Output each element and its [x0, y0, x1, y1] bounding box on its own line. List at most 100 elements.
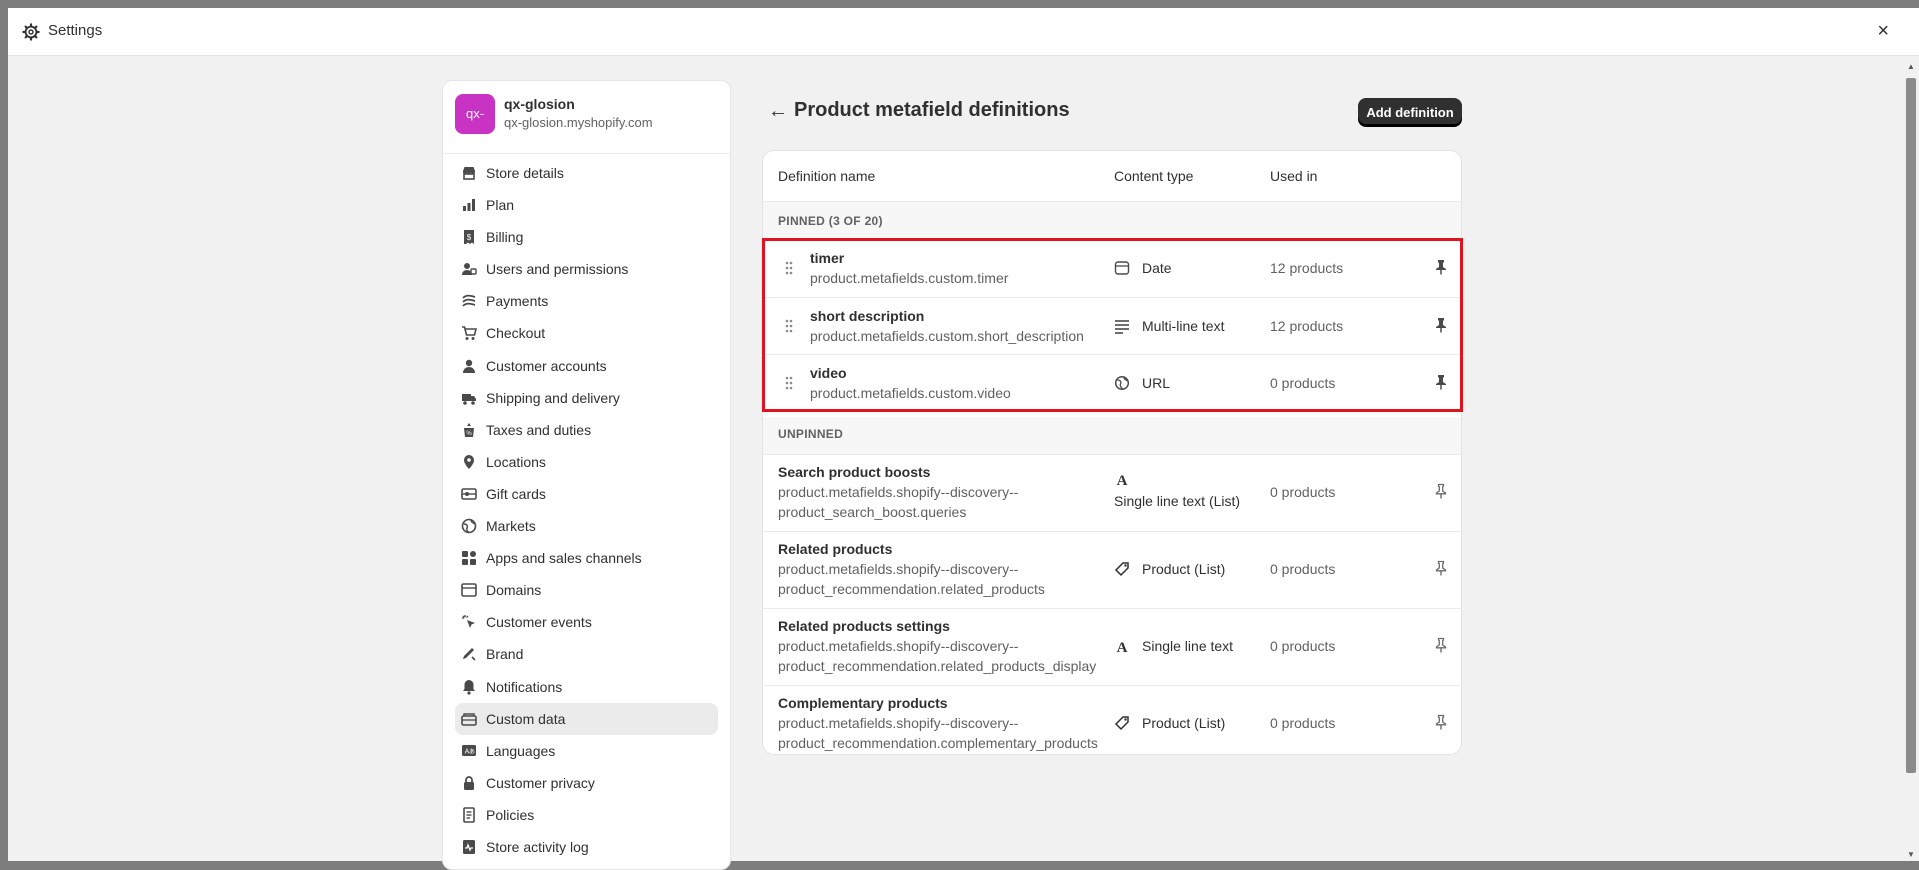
- scrollbar-thumb[interactable]: [1906, 78, 1916, 773]
- link-icon: [1114, 375, 1130, 391]
- store-avatar: qx-: [455, 94, 495, 134]
- sidebar-item-label: Gift cards: [486, 485, 546, 502]
- pinned-row[interactable]: video product.metafields.custom.video URL 0…: [763, 354, 1461, 411]
- sidebar-item-store-activity-log[interactable]: Store activity log: [455, 831, 718, 863]
- sidebar-item-store-details[interactable]: Store details: [455, 157, 718, 189]
- brand-icon: [461, 646, 477, 662]
- unpinned-row[interactable]: Search product boosts product.metafields.…: [763, 454, 1461, 531]
- pinned-section-label: PINNED (3 OF 20): [778, 214, 883, 228]
- unpinned-section-label: UNPINNED: [778, 427, 844, 441]
- sidebar-item-apps-and-sales-channels[interactable]: Apps and sales channels: [455, 542, 718, 574]
- sidebar-item-label: Domains: [486, 582, 542, 599]
- sidebar-item-label: Store activity log: [486, 838, 589, 855]
- sidebar-item-users-and-permissions[interactable]: Users and permissions: [455, 253, 718, 285]
- close-icon[interactable]: ×: [1877, 20, 1889, 43]
- drag-handle-icon[interactable]: [784, 318, 794, 334]
- sidebar-item-notifications[interactable]: Notifications: [455, 671, 718, 703]
- definition-name: timer: [810, 250, 845, 266]
- definition-name: Search product boosts: [778, 464, 931, 480]
- scroll-up-icon[interactable]: ▲: [1907, 62, 1915, 71]
- users-icon: [461, 261, 477, 277]
- sidebar-item-domains[interactable]: Domains: [455, 574, 718, 606]
- definition-key-line2: product_recommendation.related_products_…: [778, 658, 1097, 674]
- sidebar-item-languages[interactable]: A あ Languages: [455, 735, 718, 767]
- unpinned-row[interactable]: Related products product.metafields.shopi…: [763, 531, 1461, 608]
- definition-key: product.metafields.custom.timer: [810, 270, 1009, 286]
- tag-icon: [1114, 561, 1130, 577]
- sidebar-item-checkout[interactable]: Checkout: [455, 317, 718, 349]
- used-in-count: 0 products: [1270, 484, 1336, 500]
- unpinned-row[interactable]: Related products settings product.metafie…: [763, 608, 1461, 685]
- scroll-down-icon[interactable]: ▼: [1907, 850, 1915, 859]
- sidebar-item-label: Store details: [486, 165, 564, 181]
- sidebar-item-custom-data[interactable]: Custom data: [455, 702, 718, 735]
- sidebar-item-markets[interactable]: Markets: [455, 510, 718, 542]
- sidebar-item-plan[interactable]: Plan: [455, 189, 718, 221]
- apps-icon: [461, 550, 477, 566]
- payments-icon: [461, 293, 477, 309]
- sidebar-item-label: Custom data: [486, 710, 566, 727]
- svg-text:$: $: [467, 233, 472, 242]
- sidebar-item-shipping-and-delivery[interactable]: Shipping and delivery: [455, 382, 718, 414]
- activity-icon: [461, 839, 477, 855]
- pinned-row[interactable]: short description product.metafields.cust…: [763, 297, 1461, 354]
- cart-icon: [461, 325, 478, 341]
- bell-icon: [461, 679, 477, 695]
- back-arrow-icon[interactable]: ←: [768, 100, 788, 123]
- unpinned-section-header: UNPINNED: [763, 417, 1461, 454]
- pinned-row[interactable]: timer product.metafields.custom.timer Date…: [763, 240, 1461, 297]
- sidebar-item-label: Checkout: [486, 325, 546, 342]
- content-type-label: Multi-line text: [1142, 318, 1225, 334]
- pin-icon[interactable]: [1434, 317, 1448, 333]
- sidebar-item-customer-events[interactable]: Customer events: [455, 606, 718, 638]
- gear-icon: [22, 23, 40, 41]
- content-type-label: Date: [1142, 260, 1172, 276]
- definition-key: product.metafields.custom.short_descript…: [810, 328, 1084, 344]
- location-icon: [461, 454, 477, 470]
- window-title: Settings: [48, 22, 103, 39]
- tag-icon: [1114, 715, 1130, 731]
- sidebar-item-label: Taxes and duties: [486, 421, 592, 438]
- sidebar-item-brand[interactable]: Brand: [455, 638, 718, 670]
- store-header[interactable]: qx- qx-glosion qx-glosion.myshopify.com: [443, 81, 730, 154]
- policy-icon: [461, 807, 477, 823]
- pin-outline-icon[interactable]: [1434, 714, 1448, 730]
- sidebar-item-payments[interactable]: Payments: [455, 285, 718, 317]
- sidebar-item-billing[interactable]: $ Billing: [455, 221, 718, 253]
- sidebar-item-gift-cards[interactable]: Gift cards: [455, 478, 718, 510]
- multiline-text-icon: [1114, 318, 1130, 334]
- definition-key-line2: product_recommendation.complementary_pro…: [778, 735, 1098, 751]
- pin-icon[interactable]: [1434, 374, 1448, 390]
- definition-name: short description: [810, 308, 925, 324]
- sidebar-item-label: Users and permissions: [486, 261, 629, 278]
- sidebar-item-label: Shipping and delivery: [486, 389, 620, 406]
- pin-outline-icon[interactable]: [1434, 560, 1448, 576]
- pin-outline-icon[interactable]: [1434, 483, 1448, 499]
- sidebar-item-policies[interactable]: Policies: [455, 799, 718, 831]
- page-title: Product metafield definitions: [794, 99, 1070, 121]
- used-in-count: 0 products: [1270, 715, 1336, 731]
- scrollbar[interactable]: ▲ ▼: [1903, 56, 1919, 861]
- content-type-label: Product (List): [1142, 561, 1226, 577]
- pin-outline-icon[interactable]: [1434, 637, 1448, 653]
- svg-text:あ: あ: [469, 748, 475, 755]
- sidebar-item-locations[interactable]: Locations: [455, 446, 718, 478]
- sidebar-item-customer-privacy[interactable]: Customer privacy: [455, 767, 718, 799]
- definition-key-line2: product_recommendation.related_products: [778, 581, 1045, 597]
- domain-icon: [461, 582, 477, 598]
- drag-handle-icon[interactable]: [784, 260, 794, 276]
- used-in-count: 0 products: [1270, 375, 1336, 391]
- unpinned-row[interactable]: Complementary products product.metafields…: [763, 685, 1461, 754]
- store-name: qx-glosion: [504, 96, 575, 112]
- sidebar-item-taxes-and-duties[interactable]: % Taxes and duties: [455, 414, 718, 446]
- content-type-label: Product (List): [1142, 715, 1226, 731]
- sidebar-item-customer-accounts[interactable]: Customer accounts: [455, 350, 718, 382]
- language-icon: Aあ: [461, 743, 477, 759]
- sidebar-item-label: Notifications: [486, 678, 563, 695]
- sidebar-item-label: Customer accounts: [486, 357, 607, 374]
- drag-handle-icon[interactable]: [784, 375, 794, 391]
- add-definition-button[interactable]: Add definition: [1358, 98, 1462, 126]
- pin-icon[interactable]: [1434, 259, 1448, 275]
- person-icon: [461, 358, 477, 374]
- globe-icon: [461, 518, 477, 534]
